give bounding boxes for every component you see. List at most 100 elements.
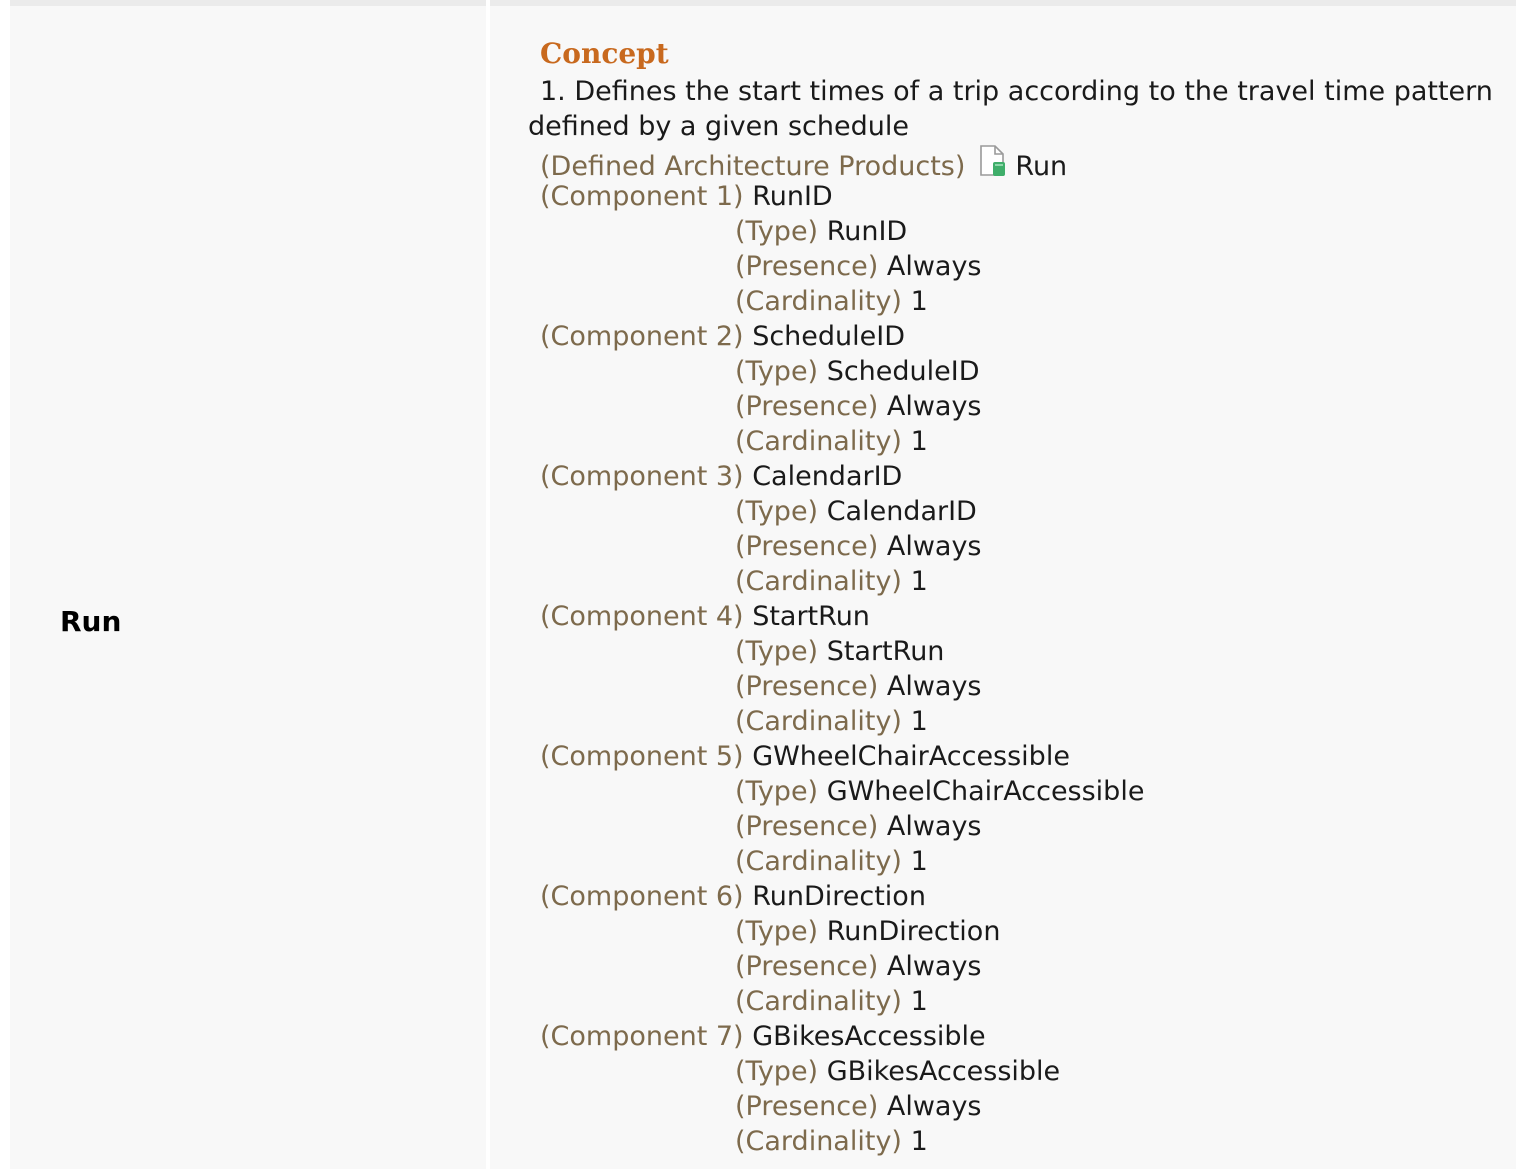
component-cardinality: 1 — [910, 1126, 928, 1157]
component-entry: (Component 2) ScheduleID (Type) Schedule… — [528, 319, 1508, 459]
component-type-line: (Type) ScheduleID — [528, 354, 1508, 389]
type-label: (Type) — [735, 1056, 819, 1087]
component-entry: (Component 1) RunID (Type) RunID (Presen… — [528, 179, 1508, 319]
component-name: GWheelChairAccessible — [752, 741, 1070, 772]
component-cardinality-line: (Cardinality) 1 — [528, 1124, 1508, 1159]
type-label: (Type) — [735, 916, 819, 947]
term-name: Run — [60, 605, 122, 638]
component-cardinality-line: (Cardinality) 1 — [528, 704, 1508, 739]
component-type-line: (Type) GWheelChairAccessible — [528, 774, 1508, 809]
component-cardinality: 1 — [910, 286, 928, 317]
component-presence: Always — [886, 811, 982, 842]
component-type: ScheduleID — [826, 356, 980, 387]
defined-products-line: (Defined Architecture Products) Run — [528, 144, 1508, 182]
cardinality-label: (Cardinality) — [735, 566, 902, 597]
component-presence: Always — [886, 531, 982, 562]
concept-definition: 1. Defines the start times of a trip acc… — [528, 76, 1493, 142]
cardinality-label: (Cardinality) — [735, 706, 902, 737]
component-line: (Component 7) GBikesAccessible — [528, 1019, 1508, 1054]
defined-products-label: (Defined Architecture Products) — [540, 151, 966, 182]
component-label: (Component 4) — [540, 601, 744, 632]
presence-label: (Presence) — [735, 1091, 879, 1122]
component-cardinality-line: (Cardinality) 1 — [528, 564, 1508, 599]
component-name: CalendarID — [752, 461, 903, 492]
component-name: ScheduleID — [752, 321, 906, 352]
component-line: (Component 1) RunID — [528, 179, 1508, 214]
component-cardinality: 1 — [910, 426, 928, 457]
component-type-line: (Type) RunID — [528, 214, 1508, 249]
description-cell: Concept 1. Defines the start times of a … — [490, 6, 1516, 1169]
component-type-line: (Type) GBikesAccessible — [528, 1054, 1508, 1089]
component-cardinality-line: (Cardinality) 1 — [528, 984, 1508, 1019]
component-presence-line: (Presence) Always — [528, 809, 1508, 844]
component-entry: (Component 3) CalendarID (Type) Calendar… — [528, 459, 1508, 599]
component-presence-line: (Presence) Always — [528, 389, 1508, 424]
presence-label: (Presence) — [735, 251, 879, 282]
component-cardinality: 1 — [910, 986, 928, 1017]
component-cardinality-line: (Cardinality) 1 — [528, 844, 1508, 879]
term-cell: Run — [10, 6, 486, 1169]
component-presence-line: (Presence) Always — [528, 1089, 1508, 1124]
component-presence-line: (Presence) Always — [528, 529, 1508, 564]
component-entry: (Component 6) RunDirection (Type) RunDir… — [528, 879, 1508, 1019]
component-name: RunDirection — [752, 881, 926, 912]
component-entry: (Component 5) GWheelChairAccessible (Typ… — [528, 739, 1508, 879]
component-entry: (Component 7) GBikesAccessible (Type) GB… — [528, 1019, 1508, 1159]
component-line: (Component 5) GWheelChairAccessible — [528, 739, 1508, 774]
component-presence-line: (Presence) Always — [528, 949, 1508, 984]
component-type: RunID — [826, 216, 908, 247]
presence-label: (Presence) — [735, 391, 879, 422]
document-icon — [975, 144, 1009, 187]
component-line: (Component 6) RunDirection — [528, 879, 1508, 914]
component-cardinality: 1 — [910, 706, 928, 737]
component-type-line: (Type) RunDirection — [528, 914, 1508, 949]
component-name: GBikesAccessible — [752, 1021, 986, 1052]
component-label: (Component 2) — [540, 321, 744, 352]
type-label: (Type) — [735, 356, 819, 387]
component-presence-line: (Presence) Always — [528, 669, 1508, 704]
cardinality-label: (Cardinality) — [735, 986, 902, 1017]
component-name: StartRun — [752, 601, 870, 632]
type-label: (Type) — [735, 776, 819, 807]
component-line: (Component 4) StartRun — [528, 599, 1508, 634]
component-presence: Always — [886, 251, 982, 282]
definition-table: Run Concept 1. Defines the start times o… — [10, 0, 1516, 1169]
presence-label: (Presence) — [735, 671, 879, 702]
concept-heading: Concept — [540, 37, 669, 70]
component-presence-line: (Presence) Always — [528, 249, 1508, 284]
type-label: (Type) — [735, 636, 819, 667]
component-type: GBikesAccessible — [826, 1056, 1061, 1087]
type-label: (Type) — [735, 216, 819, 247]
component-type-line: (Type) CalendarID — [528, 494, 1508, 529]
component-cardinality-line: (Cardinality) 1 — [528, 424, 1508, 459]
cardinality-label: (Cardinality) — [735, 1126, 902, 1157]
component-type-line: (Type) StartRun — [528, 634, 1508, 669]
component-label: (Component 7) — [540, 1021, 744, 1052]
cardinality-label: (Cardinality) — [735, 846, 902, 877]
type-label: (Type) — [735, 496, 819, 527]
cardinality-label: (Cardinality) — [735, 286, 902, 317]
cardinality-label: (Cardinality) — [735, 426, 902, 457]
component-presence: Always — [886, 1091, 982, 1122]
component-cardinality: 1 — [910, 566, 928, 597]
presence-label: (Presence) — [735, 951, 879, 982]
component-label: (Component 3) — [540, 461, 744, 492]
component-type: GWheelChairAccessible — [826, 776, 1145, 807]
component-name: RunID — [752, 181, 833, 212]
component-presence: Always — [886, 391, 982, 422]
component-label: (Component 6) — [540, 881, 744, 912]
component-presence: Always — [886, 671, 982, 702]
components-list: (Component 1) RunID (Type) RunID (Presen… — [528, 179, 1508, 1159]
component-label: (Component 5) — [540, 741, 744, 772]
component-type: RunDirection — [826, 916, 1001, 947]
component-line: (Component 3) CalendarID — [528, 459, 1508, 494]
presence-label: (Presence) — [735, 531, 879, 562]
component-entry: (Component 4) StartRun (Type) StartRun (… — [528, 599, 1508, 739]
description-content: Concept 1. Defines the start times of a … — [528, 34, 1508, 1159]
defined-products-value: Run — [1015, 151, 1068, 182]
component-cardinality: 1 — [910, 846, 928, 877]
component-presence: Always — [886, 951, 982, 982]
component-label: (Component 1) — [540, 181, 744, 212]
component-cardinality-line: (Cardinality) 1 — [528, 284, 1508, 319]
component-type: StartRun — [826, 636, 945, 667]
